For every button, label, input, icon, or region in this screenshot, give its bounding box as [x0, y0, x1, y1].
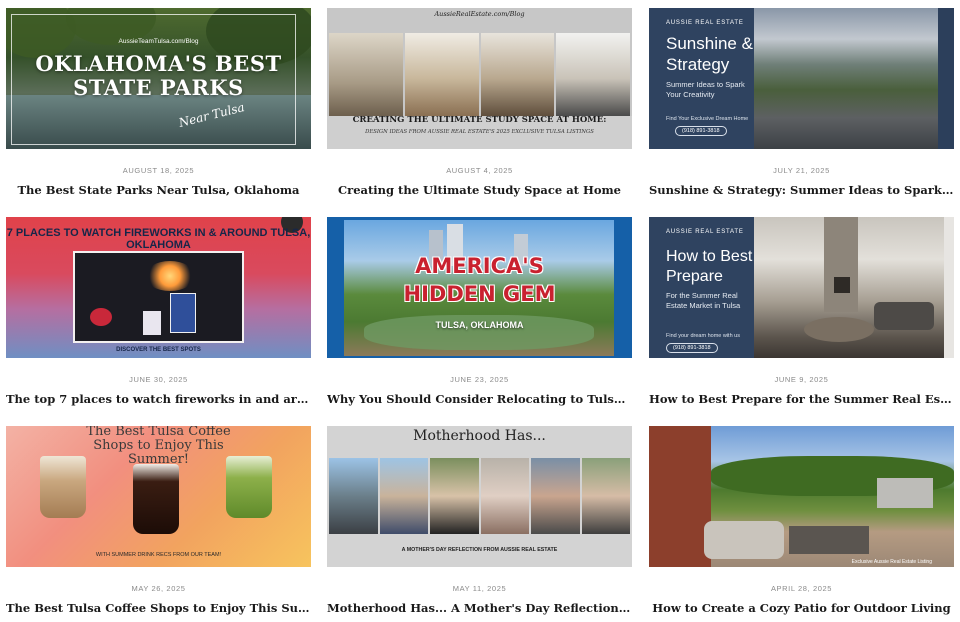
thumbnail-subtitle: Summer Ideas to Spark Your Creativity	[666, 80, 745, 99]
post-date: JULY 21, 2025	[773, 166, 830, 175]
post-date: MAY 11, 2025	[452, 584, 507, 593]
thumbnail-cta: Find Your Exclusive Dream Home	[666, 116, 749, 122]
thumbnail-brand: AUSSIE REAL ESTATE	[666, 20, 744, 26]
post-card: Motherhood Has... A MOTHER'S DAY REFLECT…	[327, 426, 632, 615]
thumbnail-headline: How to Best Prepare	[666, 248, 753, 285]
thumbnail-brand: AUSSIE REAL ESTATE	[666, 229, 744, 235]
post-card: AMERICA'S HIDDEN GEM TULSA, OKLAHOMA JUN…	[327, 217, 632, 406]
post-title[interactable]: The Best Tulsa Coffee Shops to Enjoy Thi…	[6, 601, 311, 615]
matcha-image	[226, 456, 272, 518]
post-card: AUSSIE REAL ESTATE Sunshine & Strategy S…	[649, 8, 954, 197]
post-thumbnail[interactable]: AUSSIE REAL ESTATE How to Best Prepare F…	[649, 217, 954, 358]
post-card: AUSSIE REAL ESTATE How to Best Prepare F…	[649, 217, 954, 406]
thumbnail-caption: Exclusive Aussie Real Estate Listing	[851, 559, 932, 565]
post-card: The Best Tulsa Coffee Shops to Enjoy Thi…	[6, 426, 311, 615]
post-thumbnail[interactable]: AMERICA'S HIDDEN GEM TULSA, OKLAHOMA	[327, 217, 632, 358]
thumbnail-photo-strip	[329, 458, 630, 534]
thumbnail-photo-strip	[329, 33, 630, 116]
post-thumbnail[interactable]: AUSSIE REAL ESTATE Sunshine & Strategy S…	[649, 8, 954, 149]
post-title[interactable]: The Best State Parks Near Tulsa, Oklahom…	[6, 183, 311, 197]
post-card: Exclusive Aussie Real Estate Listing APR…	[649, 426, 954, 615]
thumbnail-subtitle: For the Summer Real Estate Market in Tul…	[666, 291, 741, 310]
post-title[interactable]: The top 7 places to watch fireworks in a…	[6, 392, 311, 406]
thumbnail-phone: (918) 891-3818	[675, 126, 727, 136]
post-card: AussieRealEstate.com/Blog CREATING THE U…	[327, 8, 632, 197]
post-thumbnail[interactable]: The Best Tulsa Coffee Shops to Enjoy Thi…	[6, 426, 311, 567]
thumbnail-headline: CREATING THE ULTIMATE STUDY SPACE AT HOM…	[352, 115, 607, 125]
post-title[interactable]: How to Best Prepare for the Summer Real …	[649, 392, 954, 406]
thumbnail-site: AussieRealEstate.com/Blog	[434, 10, 525, 18]
post-card: 7 PLACES TO WATCH FIREWORKS IN & AROUND …	[6, 217, 311, 406]
thumbnail-subtitle: TULSA, OKLAHOMA	[435, 320, 524, 330]
thumbnail-headline: 7 PLACES TO WATCH FIREWORKS IN & AROUND …	[6, 227, 311, 251]
thumbnail-phone: (918) 891-3818	[666, 343, 718, 353]
thumbnail-footer: WITH SUMMER DRINK RECS FROM OUR TEAM!	[95, 552, 222, 558]
post-title[interactable]: Why You Should Consider Relocating to Tu…	[327, 392, 632, 406]
post-date: JUNE 30, 2025	[129, 375, 188, 384]
thumbnail-cta: Find your dream home with us	[666, 333, 740, 339]
post-card: AussieTeamTulsa.com/Blog OKLAHOMA'S BEST…	[6, 8, 311, 197]
thumbnail-headline: Motherhood Has...	[413, 428, 546, 444]
thumbnail-subtitle: DESIGN IDEAS FROM AUSSIE REAL ESTATE'S 2…	[365, 129, 594, 135]
post-date: JUNE 9, 2025	[774, 375, 829, 384]
blog-post-grid: AussieTeamTulsa.com/Blog OKLAHOMA'S BEST…	[0, 0, 960, 622]
post-date: MAY 26, 2025	[131, 584, 186, 593]
post-date: APRIL 28, 2025	[770, 584, 833, 593]
post-title[interactable]: How to Create a Cozy Patio for Outdoor L…	[649, 601, 954, 615]
post-date: JUNE 23, 2025	[450, 375, 509, 384]
thumbnail-footer: DISCOVER THE BEST SPOTS	[116, 347, 201, 353]
thumbnail-photo	[73, 251, 244, 343]
post-thumbnail[interactable]: Exclusive Aussie Real Estate Listing	[649, 426, 954, 567]
thumbnail-subtitle: A MOTHER'S DAY REFLECTION FROM AUSSIE RE…	[401, 547, 558, 553]
thumbnail-headline: OKLAHOMA'S BEST STATE PARKS	[35, 51, 282, 100]
post-title[interactable]: Creating the Ultimate Study Space at Hom…	[327, 183, 632, 197]
post-title[interactable]: Motherhood Has... A Mother's Day Reflect…	[327, 601, 632, 615]
cold-brew-image	[133, 464, 179, 534]
iced-latte-image	[40, 456, 86, 518]
post-date: AUGUST 4, 2025	[446, 166, 513, 175]
post-thumbnail[interactable]: AussieTeamTulsa.com/Blog OKLAHOMA'S BEST…	[6, 8, 311, 149]
thumbnail-headline: AMERICA'S HIDDEN GEM	[403, 254, 556, 306]
post-thumbnail[interactable]: 7 PLACES TO WATCH FIREWORKS IN & AROUND …	[6, 217, 311, 358]
thumbnail-site: AussieTeamTulsa.com/Blog	[118, 38, 199, 45]
post-date: AUGUST 18, 2025	[122, 166, 195, 175]
post-title[interactable]: Sunshine & Strategy: Summer Ideas to Spa…	[649, 183, 954, 197]
post-thumbnail[interactable]: AussieRealEstate.com/Blog CREATING THE U…	[327, 8, 632, 149]
thumbnail-headline: Sunshine & Strategy	[666, 34, 753, 74]
post-thumbnail[interactable]: Motherhood Has... A MOTHER'S DAY REFLECT…	[327, 426, 632, 567]
